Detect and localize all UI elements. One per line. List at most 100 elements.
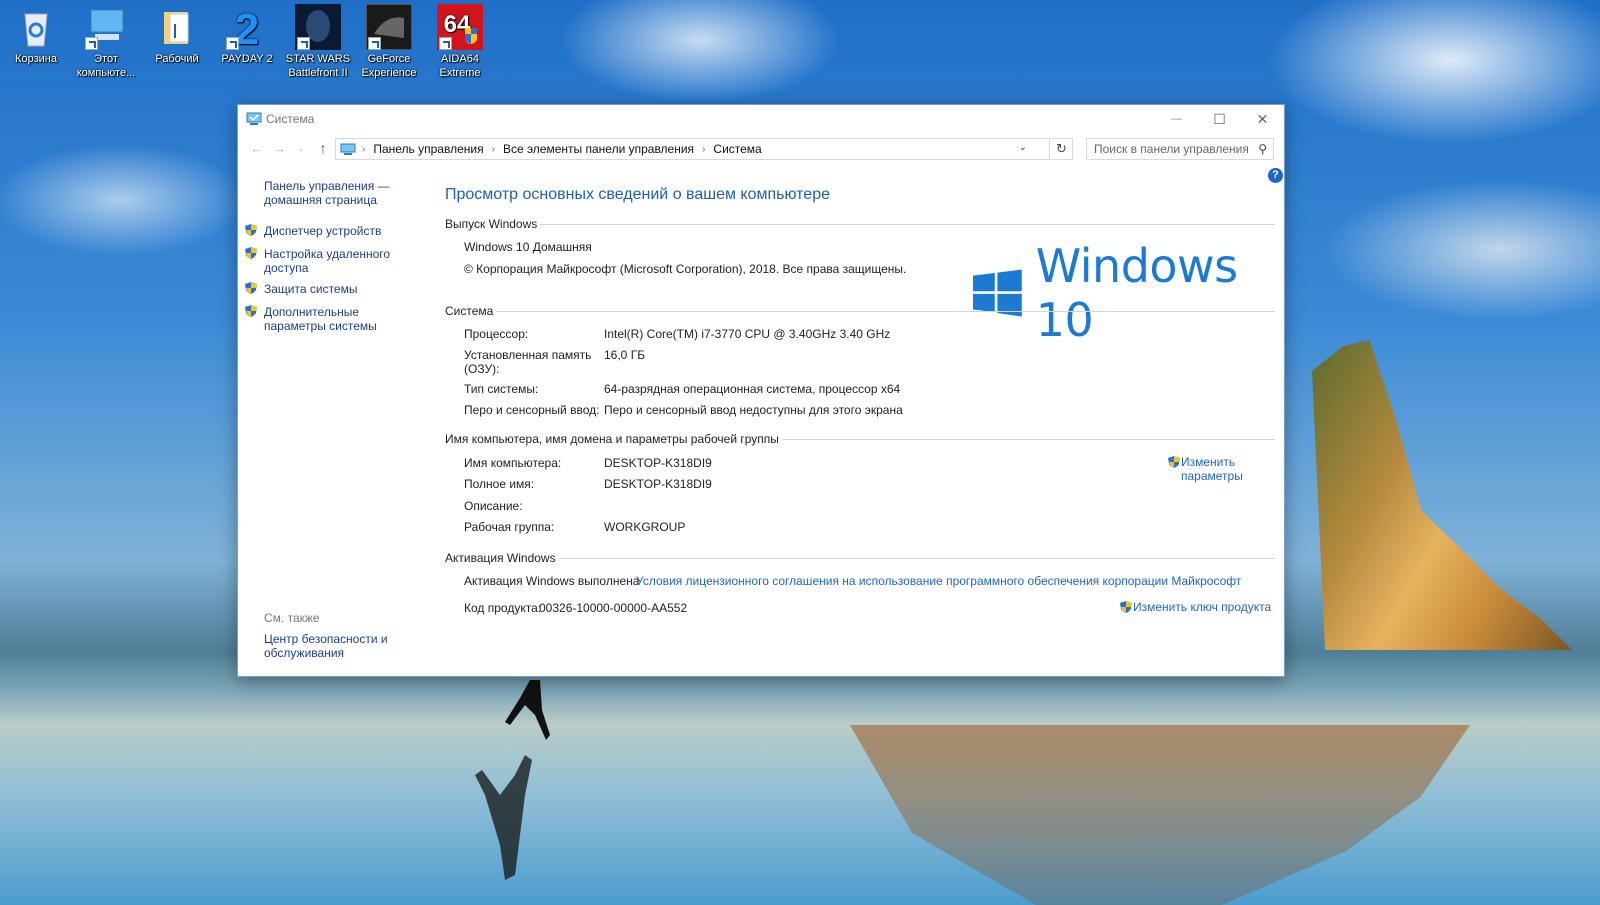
sidebar-item-security-center[interactable]: Центр безопасности и обслуживания [264, 632, 394, 660]
search-input[interactable]: Поиск в панели управления ⚲ [1086, 138, 1274, 160]
change-product-key-link[interactable]: Изменить ключ продукта [1119, 600, 1271, 614]
desktop-icon-label: Этот компьюте... [76, 53, 136, 79]
pen-touch-label: Перо и сенсорный ввод: [464, 403, 600, 417]
full-name-label: Полное имя: [464, 477, 535, 491]
change-settings-link[interactable]: Изменить параметры [1167, 455, 1243, 483]
uac-shield-icon [1120, 601, 1132, 613]
section-heading: Выпуск Windows [445, 217, 538, 231]
desktop-icon-payday2[interactable]: 2 PAYDAY 2 [211, 4, 283, 66]
aida64-icon: 64 [437, 4, 483, 50]
control-panel-icon [340, 143, 356, 155]
system-window: Система — ☐ ✕ ← → ⌄ ↑ › Панель управлени… [237, 104, 1285, 677]
uac-shield-icon [1168, 456, 1180, 468]
this-pc-icon [83, 4, 129, 50]
section-heading: Активация Windows [445, 551, 556, 565]
desktop-icon-geforce[interactable]: GeForce Experience [353, 3, 425, 80]
desktop-icon-label: AIDA64 Extreme [439, 53, 481, 79]
divider [540, 223, 1275, 225]
window-title: Система [266, 112, 315, 126]
computer-name-value: DESKTOP-K318DI9 [604, 456, 712, 470]
payday2-icon: 2 [224, 4, 270, 54]
battlefront-icon [295, 4, 341, 50]
sidebar: Панель управления — домашняя страница Ди… [238, 165, 428, 677]
pen-touch-value: Перо и сенсорный ввод недоступны для это… [604, 403, 903, 417]
title-bar[interactable]: Система [238, 105, 1284, 133]
desktop-icon-battlefront[interactable]: STAR WARS Battlefront II [282, 4, 354, 80]
description-label: Описание: [464, 499, 523, 513]
section-activation: Активация Windows [445, 551, 1275, 565]
ram-value: 16,0 ГБ [604, 348, 646, 362]
section-heading: Имя компьютера, имя домена и параметры р… [445, 432, 779, 446]
sidebar-home-link[interactable]: Панель управления — домашняя страница [264, 179, 394, 207]
windows-10-logo: Windows 10 [973, 239, 1274, 347]
edition-name: Windows 10 Домашняя [464, 240, 592, 254]
desktop-icon-recycle-bin[interactable]: Корзина [0, 4, 72, 66]
section-system: Система [445, 304, 1275, 318]
refresh-icon: ↻ [1056, 141, 1067, 156]
minimize-icon: — [1171, 113, 1182, 125]
desktop-icon-this-pc[interactable]: Этот компьюте... [70, 4, 142, 80]
help-button[interactable]: ? [1268, 168, 1283, 183]
wallpaper-rock [1312, 340, 1572, 650]
search-placeholder: Поиск в панели управления [1094, 142, 1249, 156]
processor-value: Intel(R) Core(TM) i7-3770 CPU @ 3.40GHz … [604, 327, 891, 341]
uac-shield-icon [245, 282, 257, 294]
activation-status: Активация Windows выполнена [464, 574, 640, 588]
recent-locations-button[interactable]: ⌄ [290, 143, 312, 154]
sidebar-item-remote-settings[interactable]: Настройка удаленного доступа [264, 247, 394, 275]
breadcrumb-chevron-icon: › [491, 143, 495, 155]
address-bar[interactable]: › Панель управления › Все элементы панел… [335, 138, 1050, 160]
change-settings-label: Изменить параметры [1181, 455, 1243, 483]
section-computer-name: Имя компьютера, имя домена и параметры р… [445, 432, 1275, 446]
windows-10-logo-text: Windows 10 [1035, 239, 1238, 347]
workgroup-value: WORKGROUP [604, 520, 686, 534]
divider [496, 310, 1275, 312]
breadcrumb-system[interactable]: Система [713, 142, 761, 156]
refresh-button[interactable]: ↻ [1051, 138, 1073, 160]
close-button[interactable]: ✕ [1241, 105, 1284, 133]
product-key-value: 00326-10000-00000-AA552 [539, 601, 688, 615]
copyright-text: © Корпорация Майкрософт (Microsoft Corpo… [464, 262, 907, 276]
desktop-icon-label: PAYDAY 2 [221, 53, 273, 65]
breadcrumb-chevron-icon: › [702, 143, 706, 155]
back-button[interactable]: ← [246, 140, 268, 156]
section-windows-edition: Выпуск Windows [445, 217, 1275, 231]
breadcrumb-control-panel[interactable]: Панель управления [373, 142, 483, 156]
forward-button[interactable]: → [268, 140, 290, 156]
sidebar-item-system-protection[interactable]: Защита системы [264, 282, 357, 296]
full-name-value: DESKTOP-K318DI9 [604, 477, 712, 491]
system-icon [246, 112, 262, 125]
minimize-button[interactable]: — [1155, 105, 1198, 133]
maximize-icon: ☐ [1213, 110, 1226, 127]
computer-name-label: Имя компьютера: [464, 456, 562, 470]
uac-shield-icon [245, 247, 257, 259]
geforce-icon [365, 3, 413, 51]
folder-icon [154, 4, 200, 50]
uac-shield-icon [245, 224, 257, 236]
sidebar-item-advanced-settings[interactable]: Дополнительные параметры системы [264, 305, 424, 333]
sidebar-item-device-manager[interactable]: Диспетчер устройств [264, 224, 381, 238]
desktop-icon-label: Корзина [15, 53, 57, 65]
desktop-icon-label: Рабочий [155, 53, 199, 65]
divider [781, 438, 1275, 440]
desktop-icon-label: STAR WARS Battlefront II [285, 53, 351, 79]
recycle-bin-icon [13, 4, 59, 50]
desktop-icon-label: GeForce Experience [361, 53, 417, 79]
desktop-icon-folder[interactable]: Рабочий [141, 4, 213, 66]
breadcrumb-all-items[interactable]: Все элементы панели управления [503, 142, 694, 156]
search-icon[interactable]: ⚲ [1258, 142, 1267, 156]
ram-label: Установленная память (ОЗУ): [464, 348, 592, 376]
license-terms-link[interactable]: Условия лицензионного соглашения на испо… [636, 574, 1241, 588]
divider [558, 557, 1275, 559]
processor-label: Процессор: [464, 327, 529, 341]
system-type-label: Тип системы: [464, 382, 539, 396]
maximize-button[interactable]: ☐ [1198, 105, 1241, 133]
desktop-icon-aida64[interactable]: 64 AIDA64 Extreme [424, 4, 496, 80]
up-button[interactable]: ↑ [312, 140, 334, 156]
uac-shield-icon [245, 305, 257, 317]
address-dropdown-icon[interactable]: ⌄ [1019, 142, 1027, 153]
wallpaper-runner-reflection [475, 755, 532, 880]
system-type-value: 64-разрядная операционная система, проце… [604, 382, 901, 396]
breadcrumb-chevron-icon: › [362, 143, 366, 155]
wallpaper-runner [505, 680, 550, 740]
